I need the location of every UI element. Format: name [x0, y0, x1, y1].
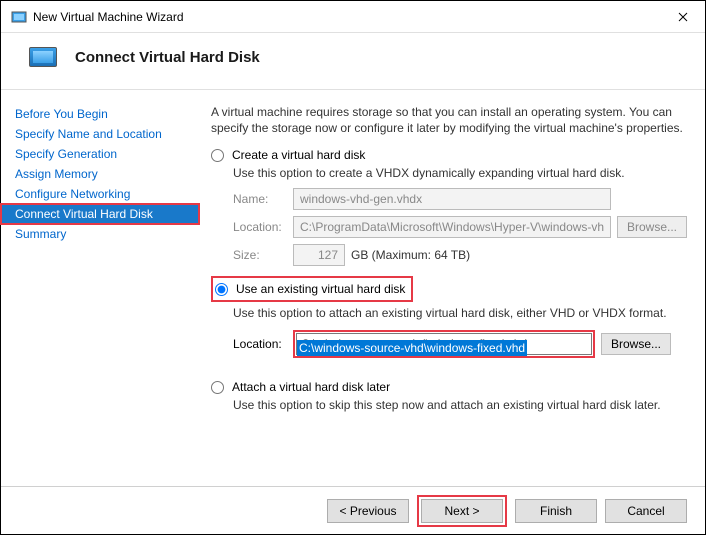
create-location-label: Location:	[233, 220, 293, 234]
sidebar: Before You Begin Specify Name and Locati…	[1, 90, 199, 474]
previous-button[interactable]: < Previous	[327, 499, 409, 523]
create-size-unit: GB (Maximum: 64 TB)	[351, 248, 470, 262]
next-button[interactable]: Next >	[421, 499, 503, 523]
sidebar-item-specify-name[interactable]: Specify Name and Location	[1, 124, 199, 144]
option-create-row: Create a virtual hard disk	[211, 148, 687, 162]
radio-attach-later[interactable]	[211, 381, 224, 394]
option-later-row: Attach a virtual hard disk later	[211, 380, 687, 394]
create-size-input	[293, 244, 345, 266]
titlebar: New Virtual Machine Wizard	[1, 1, 705, 33]
sidebar-item-connect-vhd[interactable]: Connect Virtual Hard Disk	[1, 204, 199, 224]
header: Connect Virtual Hard Disk	[1, 33, 705, 90]
next-button-highlight: Next >	[417, 495, 507, 527]
radio-later-label: Attach a virtual hard disk later	[232, 380, 390, 394]
intro-text: A virtual machine requires storage so th…	[211, 104, 687, 136]
sidebar-item-before-you-begin[interactable]: Before You Begin	[1, 104, 199, 124]
radio-create-vhd[interactable]	[211, 149, 224, 162]
radio-create-label: Create a virtual hard disk	[232, 148, 365, 162]
cancel-button[interactable]: Cancel	[605, 499, 687, 523]
existing-location-label: Location:	[233, 337, 293, 351]
existing-location-selection: C:\windows-source-vhd\windows-fixed.vhd	[297, 340, 527, 356]
option-existing-desc: Use this option to attach an existing vi…	[233, 306, 687, 320]
create-name-label: Name:	[233, 192, 293, 206]
finish-button[interactable]: Finish	[515, 499, 597, 523]
sidebar-item-summary[interactable]: Summary	[1, 224, 199, 244]
radio-existing-vhd[interactable]	[215, 283, 228, 296]
existing-location-row: Location: C:\windows-source-vhd\windows-…	[233, 330, 687, 358]
option-existing-highlight: Use an existing virtual hard disk	[211, 276, 413, 302]
body: Before You Begin Specify Name and Locati…	[1, 90, 705, 474]
create-location-input	[293, 216, 611, 238]
option-later-desc: Use this option to skip this step now an…	[233, 398, 687, 412]
existing-browse-button[interactable]: Browse...	[601, 333, 671, 355]
close-button[interactable]	[660, 2, 705, 32]
page-title: Connect Virtual Hard Disk	[75, 49, 260, 66]
sidebar-item-configure-networking[interactable]: Configure Networking	[1, 184, 199, 204]
footer: < Previous Next > Finish Cancel	[1, 486, 705, 534]
window-title: New Virtual Machine Wizard	[33, 10, 660, 24]
radio-existing-label: Use an existing virtual hard disk	[236, 282, 405, 296]
create-browse-button: Browse...	[617, 216, 687, 238]
sidebar-item-specify-generation[interactable]: Specify Generation	[1, 144, 199, 164]
create-size-label: Size:	[233, 248, 293, 262]
create-fields: Name: Location: Browse... Size: GB (Maxi…	[233, 188, 687, 266]
wizard-window: New Virtual Machine Wizard Connect Virtu…	[0, 0, 706, 535]
existing-location-highlight: C:\windows-source-vhd\windows-fixed.vhd	[293, 330, 595, 358]
sidebar-item-assign-memory[interactable]: Assign Memory	[1, 164, 199, 184]
app-icon	[11, 9, 27, 25]
create-name-input	[293, 188, 611, 210]
option-create-desc: Use this option to create a VHDX dynamic…	[233, 166, 687, 180]
wizard-icon	[29, 47, 57, 67]
content-pane: A virtual machine requires storage so th…	[199, 90, 705, 474]
